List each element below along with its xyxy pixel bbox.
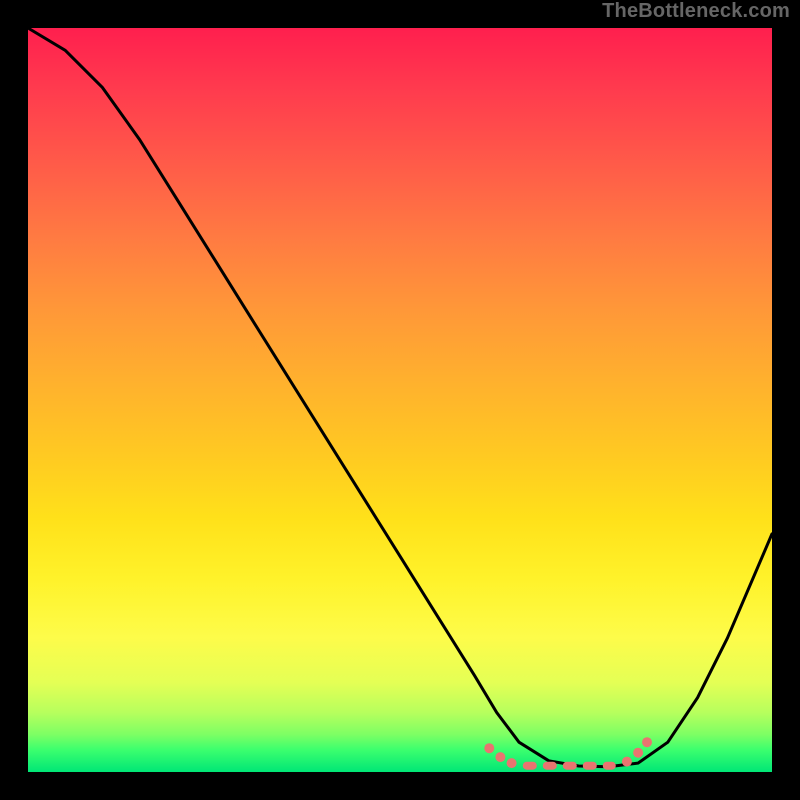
plot-area	[28, 28, 772, 772]
watermark-text: TheBottleneck.com	[602, 0, 790, 23]
bottleneck-curve	[28, 28, 772, 767]
chart-frame: TheBottleneck.com	[0, 0, 800, 800]
valley-highlight-dots	[484, 737, 652, 770]
curve-svg	[28, 28, 772, 772]
